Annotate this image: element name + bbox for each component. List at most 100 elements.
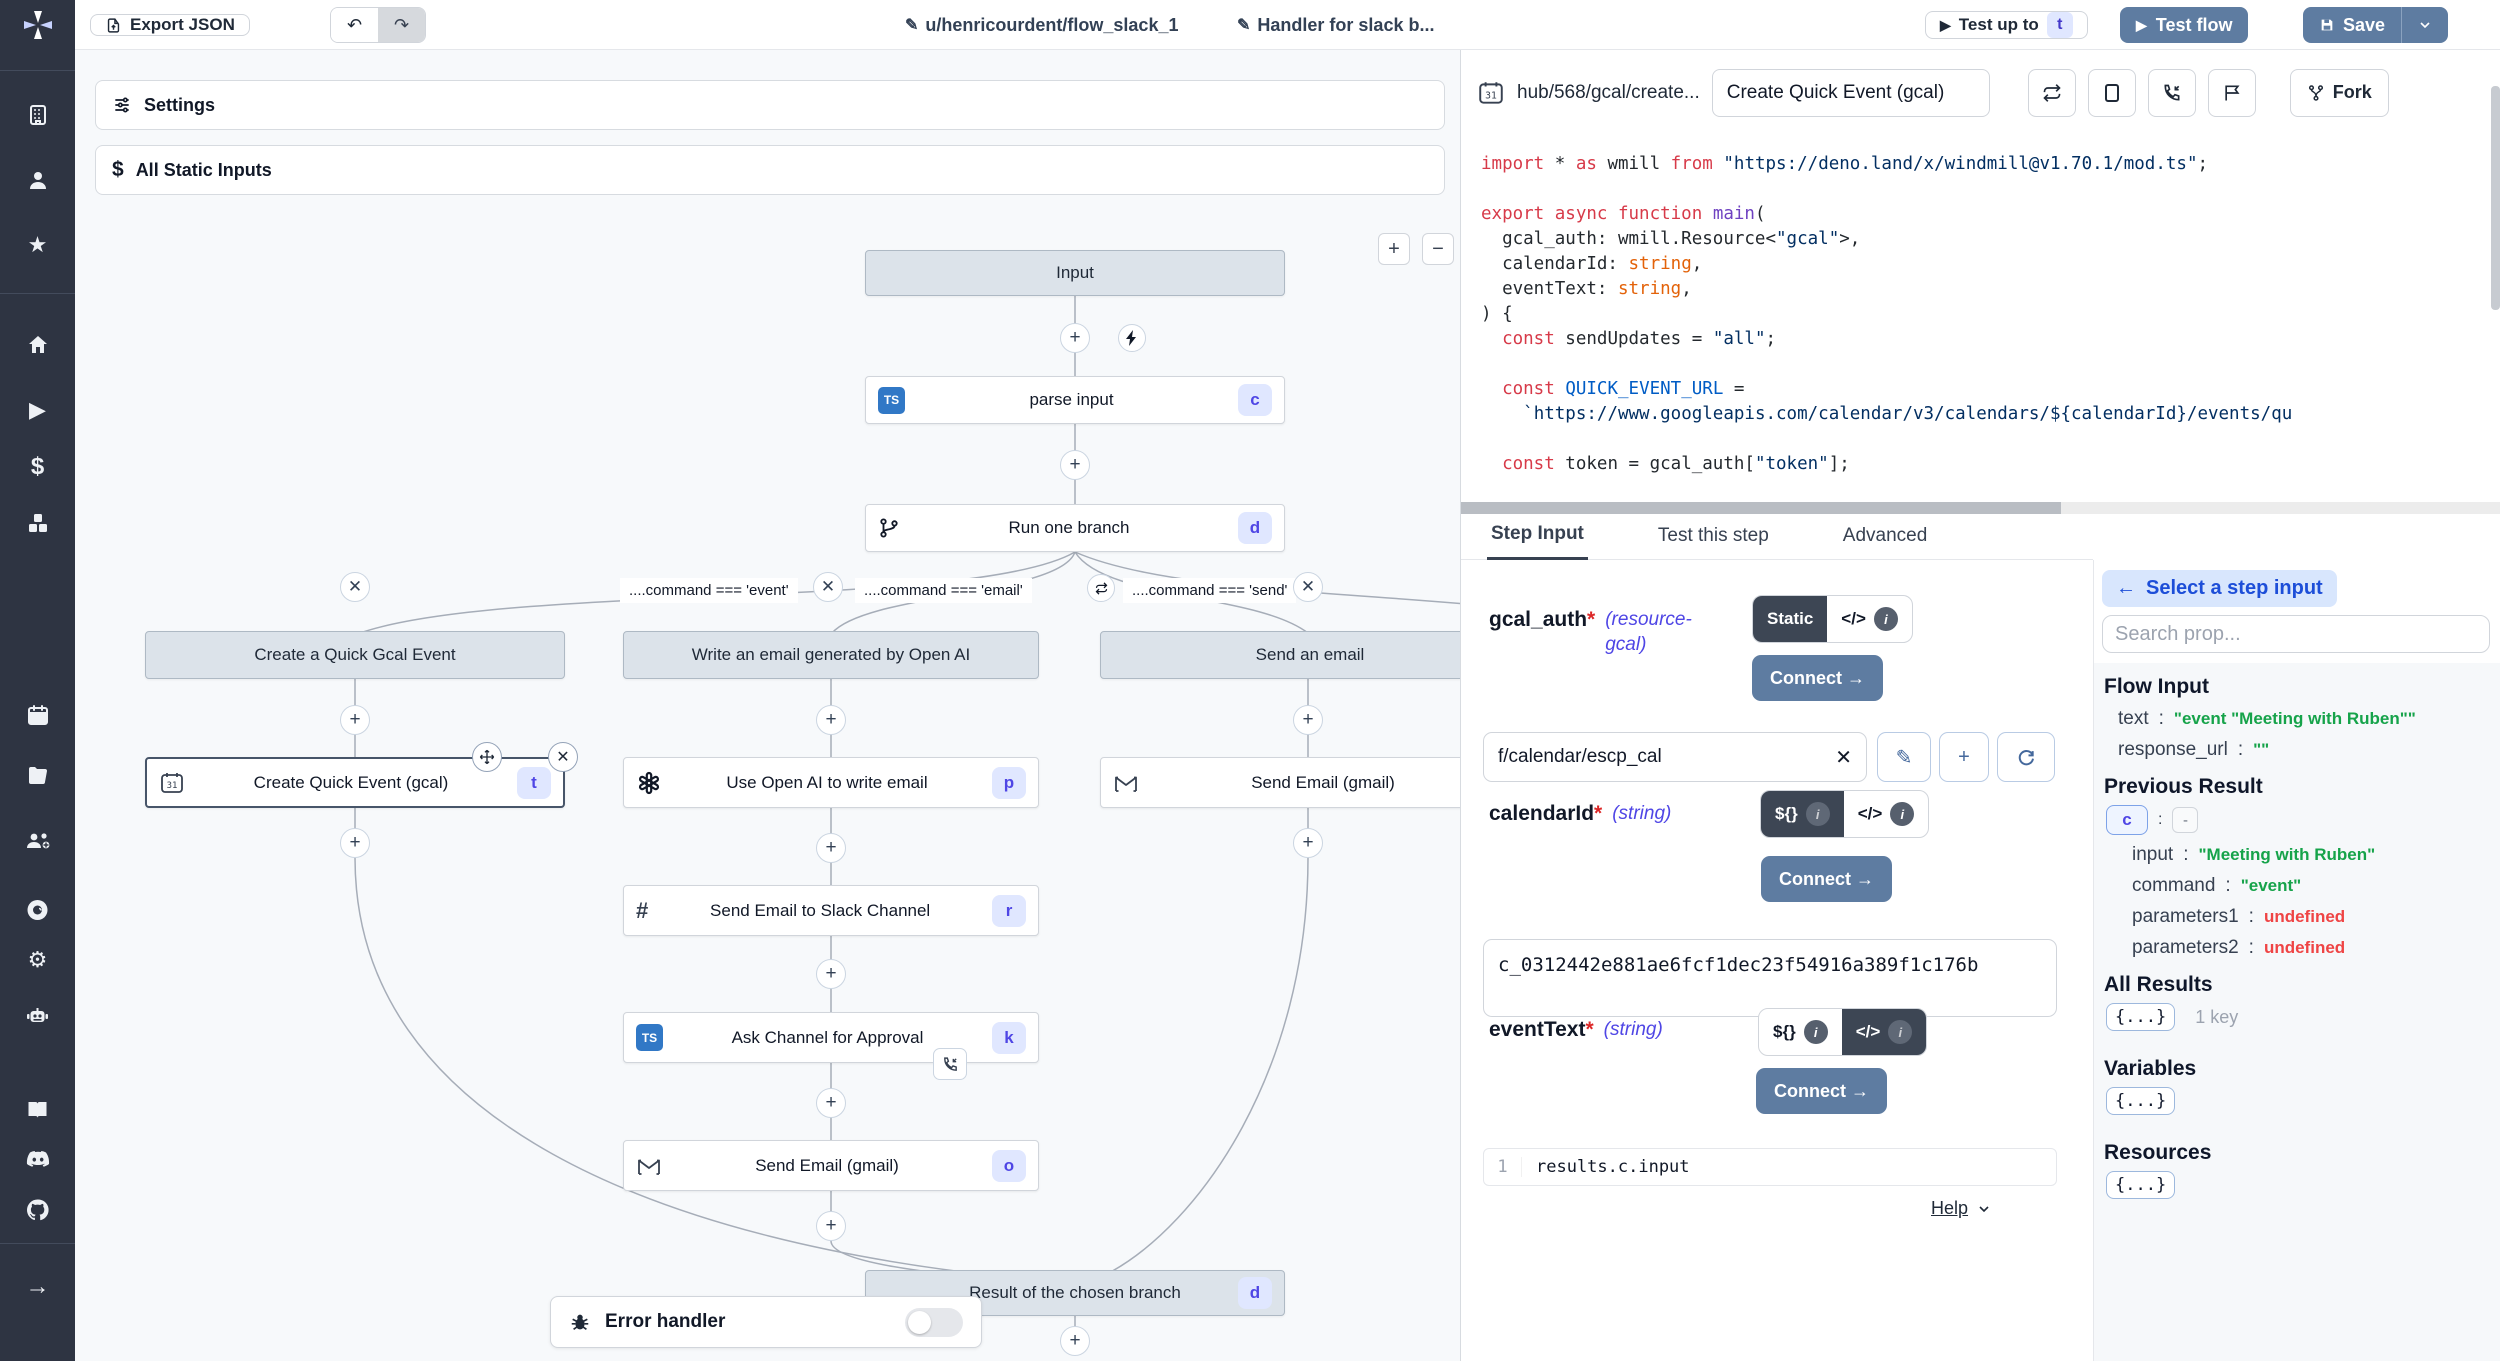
github-icon[interactable] bbox=[0, 1195, 75, 1225]
sleep-flag-icon-button[interactable] bbox=[2208, 69, 2256, 117]
branch-condition-email[interactable]: ....command === 'email' bbox=[855, 578, 1032, 603]
event-text-expression-editor[interactable]: 1 results.c.input bbox=[1483, 1148, 2057, 1186]
test-flow-button[interactable]: ▶ Test flow bbox=[2120, 7, 2248, 43]
info-icon[interactable]: i bbox=[1890, 802, 1914, 826]
code-mode-segment[interactable]: </>i bbox=[1844, 791, 1929, 837]
runs-play-icon[interactable]: ▶ bbox=[0, 395, 75, 425]
add-step-button[interactable]: + bbox=[816, 1211, 846, 1241]
refresh-resource-button[interactable] bbox=[1997, 732, 2055, 782]
fork-button[interactable]: Fork bbox=[2290, 69, 2389, 117]
step-node-send-slack[interactable]: # Send Email to Slack Channel r bbox=[623, 885, 1039, 936]
clear-resource-icon[interactable]: ✕ bbox=[1835, 745, 1852, 770]
step-node-run-one-branch[interactable]: Run one branch d bbox=[865, 504, 1285, 552]
docs-book-icon[interactable] bbox=[0, 1095, 75, 1125]
code-editor[interactable]: import * as wmill from "https://deno.lan… bbox=[1481, 152, 2491, 500]
step-node-use-openai[interactable]: Use Open AI to write email p bbox=[623, 757, 1039, 808]
groups-icon[interactable] bbox=[0, 825, 75, 855]
tab-step-input[interactable]: Step Input bbox=[1487, 523, 1588, 560]
variables-dollar-icon[interactable]: $ bbox=[0, 452, 75, 482]
variables-object-badge[interactable]: {...} bbox=[2106, 1087, 2175, 1115]
add-step-button[interactable]: + bbox=[816, 1088, 846, 1118]
retry-icon-button[interactable] bbox=[2028, 69, 2076, 117]
add-step-button[interactable]: + bbox=[340, 705, 370, 735]
schedules-calendar-icon[interactable] bbox=[0, 700, 75, 730]
resources-boxes-icon[interactable] bbox=[0, 508, 75, 538]
zoom-out-button[interactable]: − bbox=[1422, 233, 1454, 265]
info-icon[interactable]: i bbox=[1806, 802, 1830, 826]
prop-row-command[interactable]: command: "event" bbox=[2132, 875, 2491, 897]
redo-button[interactable]: ↷ bbox=[378, 8, 425, 42]
tab-test-this-step[interactable]: Test this step bbox=[1654, 525, 1773, 559]
template-mode-segment[interactable]: ${}i bbox=[1759, 1009, 1842, 1055]
folders-icon[interactable] bbox=[0, 760, 75, 790]
add-step-button[interactable]: + bbox=[1293, 828, 1323, 858]
add-step-button[interactable]: + bbox=[340, 828, 370, 858]
workers-robot-icon[interactable] bbox=[0, 1000, 75, 1030]
template-mode-segment[interactable]: ${}i bbox=[1761, 791, 1844, 837]
gcal-auth-resource-input[interactable]: f/calendar/escp_cal ✕ bbox=[1483, 732, 1867, 782]
prop-row-parameters1[interactable]: parameters1: undefined bbox=[2132, 906, 2491, 928]
trigger-lightning-icon[interactable] bbox=[1118, 324, 1146, 352]
delete-step-button[interactable]: ✕ bbox=[548, 742, 578, 772]
flow-settings-bar[interactable]: Settings bbox=[95, 80, 1445, 130]
step-node-send-gmail-mid[interactable]: Send Email (gmail) o bbox=[623, 1140, 1039, 1191]
prop-search-input[interactable] bbox=[2102, 615, 2490, 653]
code-vertical-scrollbar[interactable] bbox=[2491, 86, 2500, 310]
swap-branch-icon[interactable] bbox=[1087, 574, 1115, 602]
suspend-phone-icon-button[interactable] bbox=[2148, 69, 2196, 117]
select-step-input-button[interactable]: ← Select a step input bbox=[2102, 570, 2337, 607]
prop-row-text[interactable]: text: "event "Meeting with Ruben"" bbox=[2118, 708, 2491, 730]
flow-path-breadcrumb[interactable]: ✎ u/henricourdent/flow_slack_1 bbox=[905, 15, 1178, 36]
add-step-button[interactable]: + bbox=[816, 833, 846, 863]
favorites-star-icon[interactable]: ★ bbox=[0, 230, 75, 260]
user-icon[interactable] bbox=[0, 165, 75, 195]
step-node-parse-input[interactable]: TS parse input c bbox=[865, 376, 1285, 424]
remove-branch-button[interactable]: ✕ bbox=[340, 572, 370, 602]
add-step-button[interactable]: + bbox=[1060, 323, 1090, 353]
all-results-object-badge[interactable]: {...} bbox=[2106, 1003, 2175, 1031]
flow-summary-breadcrumb[interactable]: ✎ Handler for slack b... bbox=[1237, 15, 1434, 36]
prop-row-input[interactable]: input: "Meeting with Ruben" bbox=[2132, 844, 2491, 866]
branch-condition-event[interactable]: ....command === 'event' bbox=[620, 578, 798, 603]
edit-resource-button[interactable]: ✎ bbox=[1877, 732, 1931, 782]
remove-branch-button[interactable]: ✕ bbox=[1293, 572, 1323, 602]
help-link[interactable]: Help bbox=[1931, 1198, 1992, 1219]
zoom-in-button[interactable]: + bbox=[1378, 233, 1410, 265]
calendar-id-connect-button[interactable]: Connect → bbox=[1761, 856, 1892, 902]
windmill-logo[interactable] bbox=[0, 0, 75, 50]
add-step-button[interactable]: + bbox=[1293, 705, 1323, 735]
info-icon[interactable]: i bbox=[1888, 1020, 1912, 1044]
save-dropdown-chevron[interactable] bbox=[2402, 7, 2448, 43]
calendar-id-value-textarea[interactable]: c_0312442e881ae6fcf1dec23f54916a389f1c17… bbox=[1483, 939, 2057, 1017]
gcal-auth-connect-button[interactable]: Connect → bbox=[1752, 655, 1883, 701]
add-step-button[interactable]: + bbox=[816, 705, 846, 735]
previous-result-step-badge[interactable]: c bbox=[2106, 805, 2148, 835]
branch-header-openai[interactable]: Write an email generated by Open AI bbox=[623, 631, 1039, 679]
prop-row-response-url[interactable]: response_url: "" bbox=[2118, 739, 2491, 761]
step-node-create-quick-event[interactable]: 31 Create Quick Event (gcal) t bbox=[145, 757, 565, 808]
info-icon[interactable]: i bbox=[1804, 1020, 1828, 1044]
add-step-button[interactable]: + bbox=[816, 959, 846, 989]
flow-canvas[interactable]: Settings $ All Static Inputs + − Input + bbox=[75, 50, 1460, 1361]
flow-input-node[interactable]: Input bbox=[865, 250, 1285, 296]
settings-gear-icon[interactable]: ⚙ bbox=[0, 945, 75, 975]
add-resource-button[interactable]: + bbox=[1939, 732, 1989, 782]
prop-row-parameters2[interactable]: parameters2: undefined bbox=[2132, 937, 2491, 959]
step-node-ask-approval[interactable]: TS Ask Channel for Approval k bbox=[623, 1012, 1039, 1063]
move-step-button[interactable] bbox=[472, 742, 502, 772]
home-icon[interactable] bbox=[0, 330, 75, 360]
audit-eye-icon[interactable] bbox=[0, 895, 75, 925]
add-step-button[interactable]: + bbox=[1060, 1326, 1090, 1356]
collapse-arrow-icon[interactable]: → bbox=[0, 1272, 75, 1302]
remove-branch-button[interactable]: ✕ bbox=[813, 572, 843, 602]
step-node-send-gmail-right[interactable]: Send Email (gmail) bbox=[1100, 757, 1460, 808]
branch-header-send[interactable]: Send an email bbox=[1100, 631, 1460, 679]
info-icon[interactable]: i bbox=[1874, 607, 1898, 631]
error-handler-toggle[interactable] bbox=[905, 1308, 963, 1337]
collapse-dash-button[interactable]: - bbox=[2172, 807, 2198, 833]
undo-button[interactable]: ↶ bbox=[331, 8, 378, 42]
branch-header-gcal[interactable]: Create a Quick Gcal Event bbox=[145, 631, 565, 679]
code-horizontal-scrollbar[interactable] bbox=[1461, 502, 2500, 514]
concurrency-icon-button[interactable] bbox=[2088, 69, 2136, 117]
export-json-button[interactable]: Export JSON bbox=[90, 14, 250, 36]
